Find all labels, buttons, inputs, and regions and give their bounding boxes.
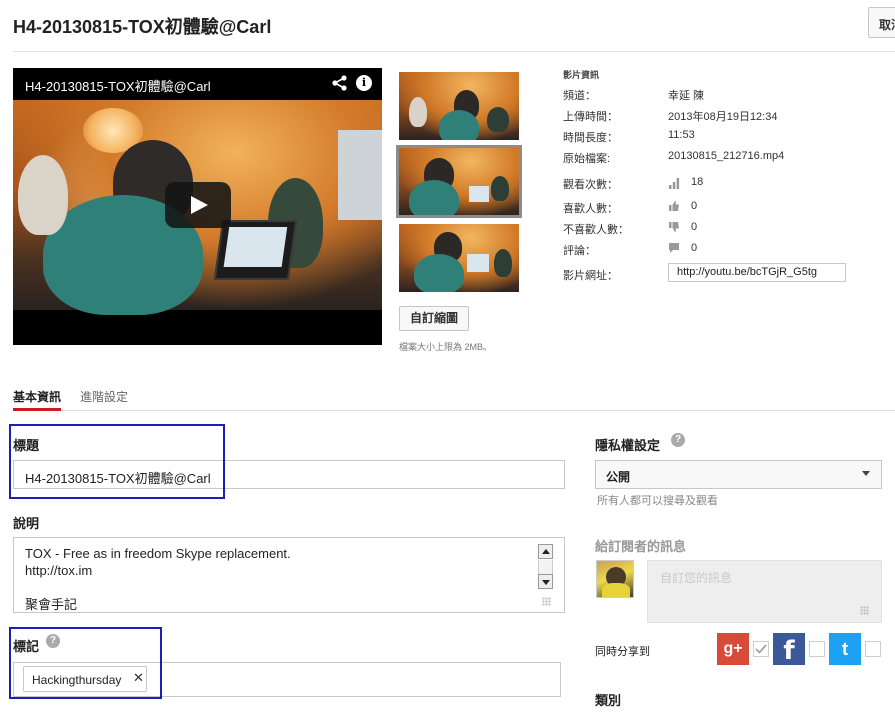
info-label-original-file: 原始檔案: (563, 153, 611, 165)
description-line (25, 579, 564, 596)
title-highlight-box (9, 424, 225, 499)
privacy-select[interactable]: 公開 (595, 460, 882, 489)
chevron-down-icon[interactable] (862, 471, 870, 476)
info-label-likes: 喜歡人數： (563, 203, 618, 215)
twitter-share-checkbox[interactable] (865, 641, 881, 657)
info-value-upload-time: 2013年08月19日12:34 (668, 111, 778, 123)
info-label-dislikes: 不喜歡人數： (563, 224, 629, 236)
category-label: 類別 (595, 693, 622, 708)
bar-chart-icon (669, 178, 680, 189)
info-value-channel: 幸延 陳 (668, 90, 705, 102)
cancel-button[interactable]: 取消 (868, 7, 895, 38)
google-plus-share-checkbox[interactable] (753, 641, 769, 657)
checkmark-icon (755, 644, 767, 654)
description-scrollbar-track[interactable] (538, 560, 553, 574)
description-textarea[interactable]: TOX - Free as in freedom Skype replaceme… (13, 537, 565, 613)
scene-whiteboard (338, 130, 382, 220)
scene-person (18, 155, 68, 235)
info-value-duration: 11:53 (668, 129, 695, 141)
thumbnail-option-3[interactable] (399, 224, 519, 292)
facebook-icon[interactable]: f (773, 633, 805, 666)
description-scroll-down-button[interactable] (538, 574, 553, 589)
description-line: http://tox.im (25, 563, 93, 578)
stat-value-likes: 0 (691, 200, 698, 212)
privacy-help-icon[interactable]: ? (671, 433, 685, 447)
player-title-bar: H4-20130815-TOX初體驗@Carl i (13, 68, 382, 100)
custom-thumbnail-button[interactable]: 自訂縮圖 (399, 306, 469, 331)
stat-value-comments: 0 (691, 242, 698, 254)
info-label-duration: 時間長度： (563, 132, 618, 144)
resize-grip-icon[interactable] (860, 606, 869, 615)
tab-divider (13, 410, 895, 411)
thumbnail-size-note: 檔案大小上限為 2MB。 (399, 342, 493, 352)
comment-icon (669, 243, 679, 253)
active-tab-indicator (13, 408, 61, 411)
stat-value-views: 18 (691, 176, 704, 188)
info-label-channel: 頻道： (563, 90, 596, 102)
privacy-label: 隱私權設定 (595, 438, 661, 453)
info-label-views: 觀看次數： (563, 179, 618, 191)
avatar (596, 560, 634, 598)
video-url-field[interactable]: http://youtu.be/bcTGjR_G5tg (668, 263, 846, 282)
thumbnail-option-1[interactable] (399, 72, 519, 140)
video-info-heading: 影片資訊 (563, 70, 600, 80)
header-divider (13, 51, 895, 52)
page-title: H4-20130815-TOX初體驗@Carl (13, 17, 272, 37)
description-scroll-up-button[interactable] (538, 544, 553, 559)
privacy-hint: 所有人都可以搜尋及觀看 (597, 495, 718, 507)
share-label: 同時分享到 (595, 646, 650, 658)
thumbnail-option-2[interactable] (396, 145, 522, 218)
description-line: TOX - Free as in freedom Skype replaceme… (25, 546, 291, 561)
facebook-share-checkbox[interactable] (809, 641, 825, 657)
stat-value-dislikes: 0 (691, 221, 698, 233)
info-label-comments: 評論： (563, 245, 596, 257)
share-icon[interactable] (331, 74, 349, 92)
description-label: 說明 (13, 516, 40, 531)
player-title[interactable]: H4-20130815-TOX初體驗@Carl (25, 76, 211, 95)
google-plus-icon[interactable]: g+ (717, 633, 749, 665)
info-label-upload-time: 上傳時間： (563, 111, 618, 123)
twitter-icon[interactable]: t (829, 633, 861, 665)
thumbs-up-icon (669, 201, 679, 211)
subscriber-message-label: 給訂閱者的訊息 (595, 539, 687, 554)
tab-advanced-settings[interactable]: 進階設定 (80, 388, 128, 405)
resize-grip-icon[interactable] (542, 597, 551, 606)
info-value-original-file: 20130815_212716.mp4 (668, 150, 785, 162)
description-line: 聚會手記 (25, 597, 78, 612)
info-icon[interactable]: i (356, 75, 372, 91)
tags-highlight-box (9, 627, 162, 699)
video-player[interactable]: H4-20130815-TOX初體驗@Carl i (13, 68, 382, 345)
play-icon[interactable] (165, 182, 231, 228)
subscriber-message-input[interactable]: 自訂您的訊息 (647, 560, 882, 623)
scene-laptop (213, 220, 298, 280)
tab-basic-info[interactable]: 基本資訊 (13, 388, 61, 405)
thumbs-down-icon (669, 222, 679, 232)
info-label-video-url: 影片網址： (563, 270, 618, 282)
